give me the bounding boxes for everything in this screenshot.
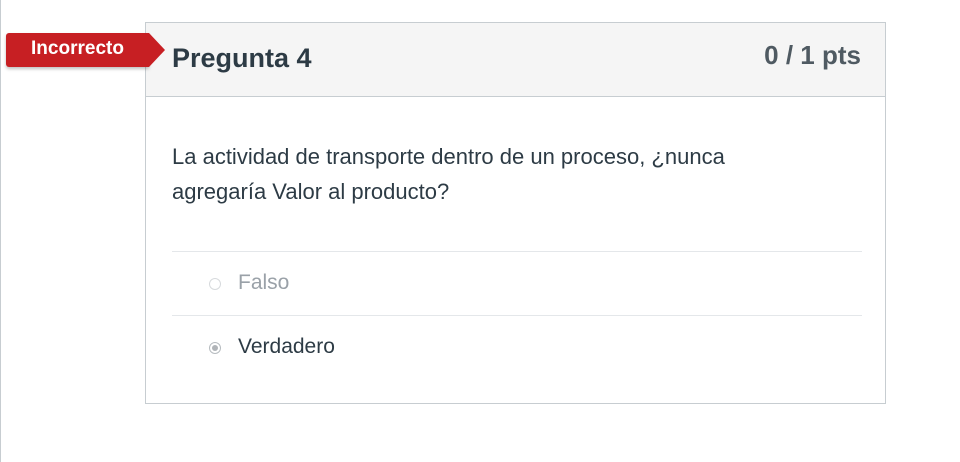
question-title: Pregunta 4: [172, 43, 312, 73]
answer-option-verdadero[interactable]: Verdadero: [172, 315, 862, 379]
status-badge-label: Incorrecto: [31, 38, 124, 59]
incorrect-status-badge: Incorrecto: [6, 33, 165, 67]
question-points: 0 / 1 pts: [764, 40, 861, 70]
question-header: Pregunta 4 0 / 1 pts: [146, 23, 885, 97]
question-card: Pregunta 4 0 / 1 pts La actividad de tra…: [145, 22, 886, 404]
question-text: La actividad de transporte dentro de un …: [172, 144, 725, 204]
radio-selected-icon[interactable]: [209, 342, 221, 354]
quiz-page: Pregunta 4 0 / 1 pts La actividad de tra…: [0, 0, 960, 462]
answer-option-falso[interactable]: Falso: [172, 251, 862, 315]
radio-unselected-icon[interactable]: [209, 278, 221, 290]
answer-label: Verdadero: [238, 335, 335, 358]
answer-label: Falso: [238, 271, 290, 294]
left-divider: [0, 0, 1, 462]
answer-list: Falso Verdadero: [172, 251, 862, 379]
